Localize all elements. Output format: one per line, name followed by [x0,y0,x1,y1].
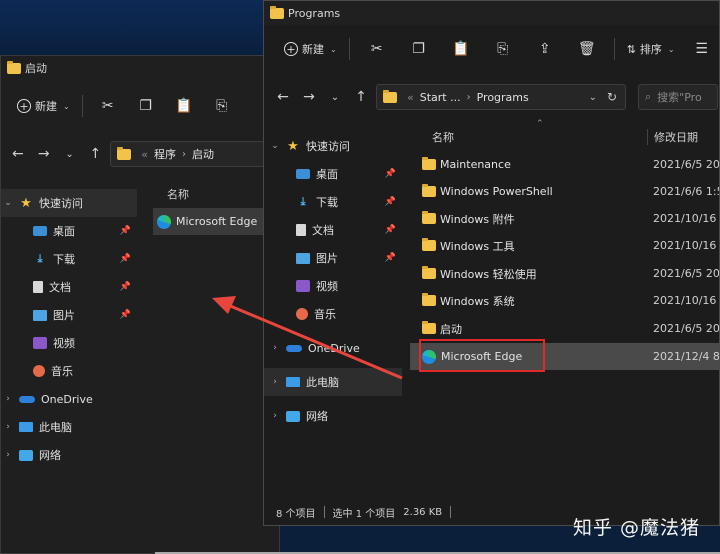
watermark: 知乎 @魔法猪 [572,517,700,539]
arrow-shaft [227,303,403,380]
annotation-arrow-layer [212,296,403,380]
arrow-head-icon [212,296,236,314]
